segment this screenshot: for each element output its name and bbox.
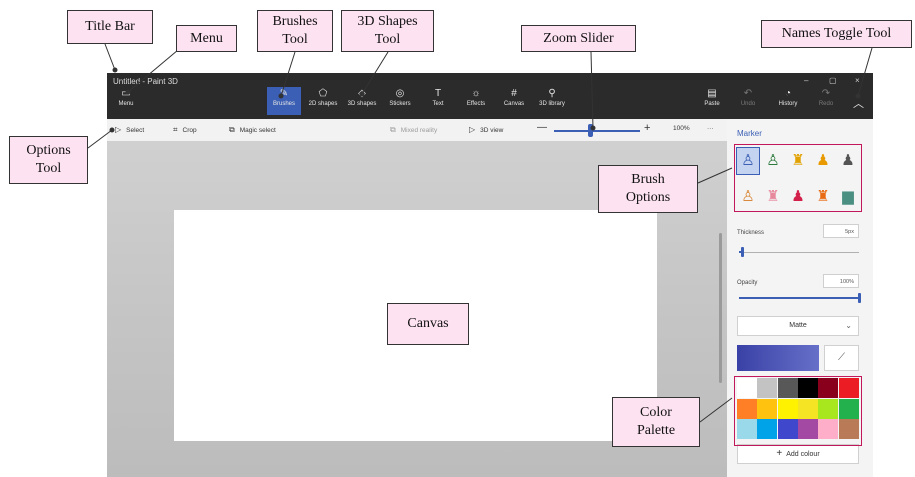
- magic-select-icon: ⧉: [229, 125, 235, 134]
- 2d-shapes-icon: ⬠: [318, 88, 328, 99]
- cursor-icon: ▷: [115, 125, 122, 134]
- crop-tool[interactable]: ⌗ Crop: [173, 125, 197, 135]
- callout-3d-shapes-tool: 3D Shapes Tool: [341, 10, 434, 52]
- redo-icon: ↷: [821, 88, 831, 99]
- callout-brushes-tool: Brushes Tool: [257, 10, 333, 52]
- tab-stickers[interactable]: ◎ Stickers: [383, 87, 417, 115]
- callout-options-tool: Options Tool: [9, 136, 88, 184]
- callout-brush-options: Brush Options: [598, 165, 698, 213]
- 3d-view-icon: ▷: [469, 125, 476, 134]
- effects-sun-icon: ☼: [471, 88, 481, 99]
- current-color-swatch[interactable]: [737, 345, 819, 371]
- thickness-label: Thickness: [737, 230, 765, 236]
- clipboard-icon: ▤: [707, 88, 717, 99]
- thickness-slider[interactable]: [741, 247, 745, 257]
- tab-2d-shapes[interactable]: ⬠ 2D shapes: [306, 87, 340, 115]
- minimize-button[interactable]: –: [804, 76, 808, 85]
- title-bar: Untitled - Paint 3D – ▢ × ▭ Menu ✎ Brush…: [107, 73, 873, 119]
- callout-canvas: Canvas: [387, 303, 469, 345]
- 3d-view-toggle[interactable]: ▷ 3D view: [469, 125, 503, 134]
- callout-names-toggle-tool: Names Toggle Tool: [761, 20, 912, 48]
- callout-title-bar: Title Bar: [67, 10, 153, 44]
- folder-icon: ▭: [121, 88, 131, 99]
- history-clock-icon: ◔: [784, 88, 792, 99]
- tab-brushes[interactable]: ✎ Brushes: [267, 87, 301, 115]
- zoom-slider-thumb[interactable]: [587, 124, 593, 137]
- mixed-reality-button[interactable]: ⧉ Mixed reality: [390, 125, 437, 135]
- undo-icon: ↶: [743, 88, 753, 99]
- opacity-label: Opacity: [737, 280, 758, 286]
- crop-icon: ⌗: [173, 125, 178, 134]
- chevron-down-icon: ⌄: [845, 321, 852, 330]
- zoom-in-button[interactable]: +: [644, 122, 650, 134]
- chevron-up-icon[interactable]: ︿: [853, 95, 864, 111]
- maximize-button[interactable]: ▢: [829, 76, 837, 85]
- finish-dropdown[interactable]: Matte ⌄: [737, 316, 859, 336]
- magic-select-tool[interactable]: ⧉ Magic select: [229, 125, 276, 135]
- close-button[interactable]: ×: [855, 76, 860, 85]
- color-palette-highlight: [734, 376, 862, 446]
- options-bar: ▷ Select ⌗ Crop ⧉ Magic select ⧉ Mixed reali…: [107, 119, 727, 142]
- callout-color-palette: Color Palette: [612, 397, 700, 447]
- opacity-slider[interactable]: [857, 293, 861, 303]
- redo-button[interactable]: ↷ Redo: [809, 87, 843, 115]
- brush-icon: ✎: [279, 88, 289, 99]
- mixed-reality-icon: ⧉: [390, 125, 396, 134]
- brush-options-highlight: [734, 144, 862, 212]
- 3d-library-icon: ⚲: [548, 88, 556, 99]
- zoom-out-button[interactable]: —: [537, 122, 547, 133]
- text-icon: T: [434, 88, 442, 99]
- history-button[interactable]: ◔ History: [771, 87, 805, 115]
- workspace-scrollbar[interactable]: [719, 233, 722, 383]
- select-tool[interactable]: ▷ Select: [115, 125, 144, 134]
- undo-button[interactable]: ↶ Undo: [731, 87, 765, 115]
- callout-menu: Menu: [176, 25, 237, 52]
- zoom-slider-track[interactable]: [554, 130, 640, 132]
- sticker-icon: ◎: [395, 88, 405, 99]
- thickness-track[interactable]: [739, 252, 859, 253]
- callout-zoom-slider: Zoom Slider: [521, 25, 636, 52]
- plus-icon: +: [776, 448, 783, 459]
- more-options-button[interactable]: ···: [707, 125, 714, 132]
- window-title: Untitled - Paint 3D: [113, 77, 178, 86]
- tab-3d-library[interactable]: ⚲ 3D library: [535, 87, 569, 115]
- menu-button[interactable]: ▭ Menu: [109, 87, 143, 115]
- zoom-percent: 100%: [673, 125, 690, 132]
- paste-button[interactable]: ▤ Paste: [695, 87, 729, 115]
- tab-canvas[interactable]: # Canvas: [497, 87, 531, 115]
- eyedropper-icon[interactable]: ⟋: [824, 345, 859, 371]
- cube-icon: ◈: [358, 88, 366, 99]
- canvas-icon: #: [511, 88, 517, 99]
- opacity-fill: [739, 297, 859, 299]
- thickness-field[interactable]: 5px: [823, 224, 859, 238]
- tab-3d-shapes[interactable]: ◈ 3D shapes: [345, 87, 379, 115]
- add-colour-button[interactable]: + Add colour: [737, 444, 859, 464]
- opacity-field[interactable]: 100%: [823, 274, 859, 288]
- tab-text[interactable]: T Text: [421, 87, 455, 115]
- panel-title: Marker: [737, 129, 762, 138]
- tab-effects[interactable]: ☼ Effects: [459, 87, 493, 115]
